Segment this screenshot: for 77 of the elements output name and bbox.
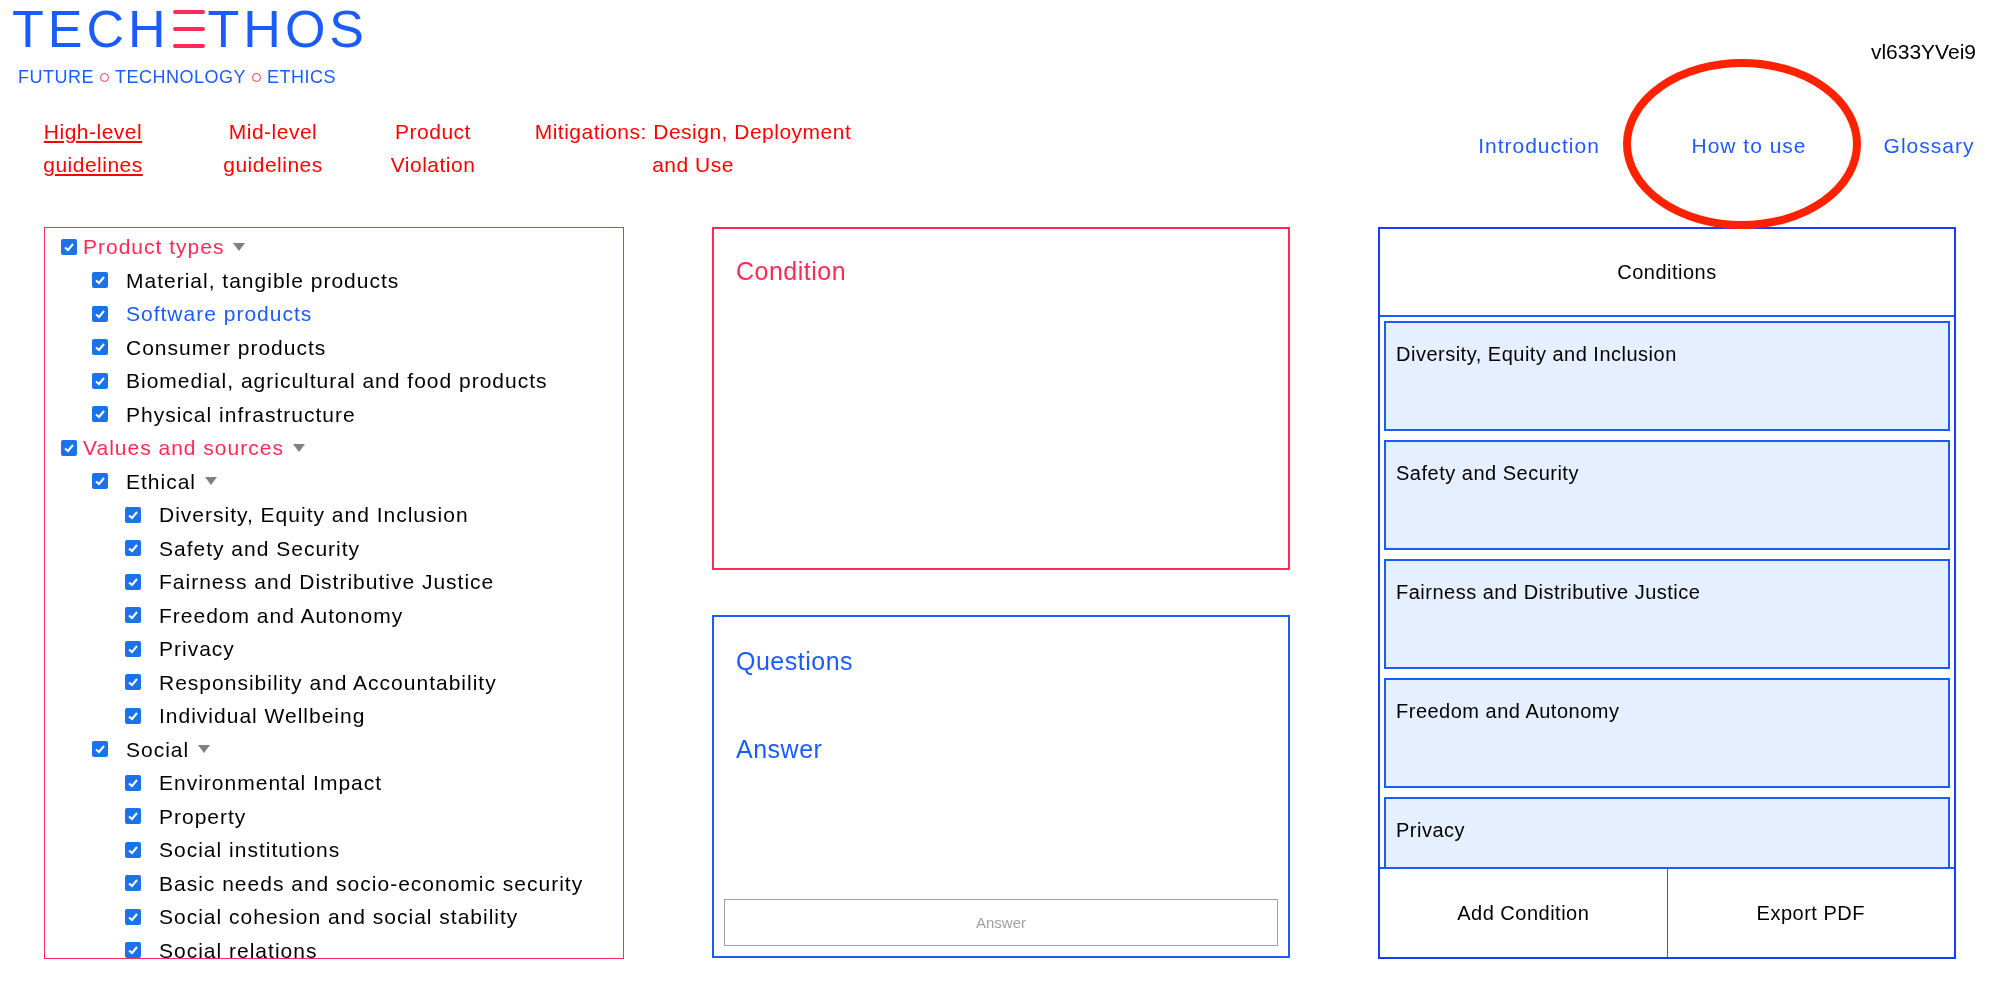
option-label[interactable]: Social cohesion and social stability <box>159 901 519 933</box>
category-label[interactable]: Values and sources <box>83 432 284 464</box>
option-label[interactable]: Responsibility and Accountability <box>159 666 497 698</box>
condition-title: Privacy <box>1396 819 1466 841</box>
condition-card[interactable]: Diversity, Equity and Inclusion <box>1384 321 1950 431</box>
checkbox[interactable] <box>125 841 141 858</box>
checkbox[interactable] <box>92 339 108 356</box>
nav-link[interactable]: High-level guidelines <box>28 115 158 181</box>
checkbox[interactable] <box>125 942 141 958</box>
checkbox[interactable] <box>92 272 108 289</box>
option-label[interactable]: Social relations <box>159 934 318 958</box>
caret-icon[interactable] <box>291 442 306 453</box>
checkbox[interactable] <box>125 908 141 925</box>
panel-title: Questions <box>736 646 854 677</box>
nav-link[interactable]: Product Violation <box>378 115 488 181</box>
checkbox[interactable] <box>125 674 141 691</box>
nav-link[interactable]: Mid-level guidelines <box>208 115 338 181</box>
checkbox[interactable] <box>125 875 141 892</box>
checkbox[interactable] <box>125 640 141 657</box>
condition-card[interactable]: Privacy <box>1384 797 1950 867</box>
option-label[interactable]: Individual Wellbeing <box>159 700 366 732</box>
caret-icon[interactable] <box>204 476 219 487</box>
option-label[interactable]: Safety and Security <box>159 532 361 564</box>
nav-link[interactable]: Introduction <box>1478 130 1600 162</box>
nav-link[interactable]: Glossary <box>1883 130 1975 162</box>
condition-title: Diversity, Equity and Inclusion <box>1396 343 1677 365</box>
option-label[interactable]: Ethical <box>126 465 197 497</box>
nav-link[interactable]: Mitigations: Design, Deployment and Use <box>518 115 868 181</box>
logo-tagline: TECHNOLOGY <box>115 66 247 89</box>
session-code: vl633YVei9 <box>1870 39 1976 65</box>
panel-title: Condition <box>736 257 847 285</box>
option-label[interactable]: Diversity, Equity and Inclusion <box>159 499 469 531</box>
option-label[interactable]: Basic needs and socio-economic security <box>159 867 584 899</box>
checkbox[interactable] <box>92 741 108 758</box>
checkbox[interactable] <box>92 406 108 423</box>
answer-heading: Answer <box>736 733 823 765</box>
checkbox[interactable] <box>92 305 108 322</box>
option-label[interactable]: Social institutions <box>159 834 341 866</box>
checkbox[interactable] <box>125 506 141 523</box>
checkbox[interactable] <box>125 573 141 590</box>
checkbox[interactable] <box>61 238 77 255</box>
checkbox[interactable] <box>125 808 141 825</box>
option-label[interactable]: Freedom and Autonomy <box>159 599 404 631</box>
option-label[interactable]: Social <box>126 733 190 765</box>
logo-tagline: FUTURE <box>18 66 94 89</box>
checkbox[interactable] <box>92 372 108 389</box>
option-label[interactable]: Biomedial, agricultural and food products <box>126 365 548 397</box>
answer-field[interactable]: Answer <box>724 899 1278 946</box>
bars-icon <box>172 10 205 48</box>
option-label[interactable]: Physical infrastructure <box>126 398 356 430</box>
checkbox[interactable] <box>92 473 108 490</box>
nav-link[interactable]: How to use <box>1691 130 1807 162</box>
option-label[interactable]: Environmental Impact <box>159 767 383 799</box>
logo-wordmark: THOS <box>207 3 368 55</box>
option-label[interactable]: Software products <box>126 298 313 330</box>
caret-icon[interactable] <box>197 744 212 755</box>
condition-card[interactable]: Freedom and Autonomy <box>1384 678 1950 788</box>
option-label[interactable]: Property <box>159 800 247 832</box>
logo-wordmark: TECH <box>12 3 170 55</box>
category-label[interactable]: Product types <box>83 231 225 263</box>
checkbox[interactable] <box>125 540 141 557</box>
condition-card[interactable]: Safety and Security <box>1384 440 1950 550</box>
option-label[interactable]: Fairness and Distributive Justice <box>159 566 495 598</box>
checkbox[interactable] <box>125 607 141 624</box>
condition-title: Freedom and Autonomy <box>1396 700 1620 722</box>
panel-title: Conditions <box>1617 260 1717 285</box>
option-label[interactable]: Consumer products <box>126 331 327 363</box>
checkbox[interactable] <box>125 774 141 791</box>
checkbox[interactable] <box>125 707 141 724</box>
caret-icon[interactable] <box>232 241 247 252</box>
condition-title: Fairness and Distributive Justice <box>1396 581 1701 603</box>
checkbox[interactable] <box>61 439 77 456</box>
option-label[interactable]: Privacy <box>159 633 235 665</box>
logo-tagline: ETHICS <box>267 66 337 89</box>
condition-card[interactable]: Fairness and Distributive Justice <box>1384 559 1950 669</box>
condition-title: Safety and Security <box>1396 462 1579 484</box>
option-label[interactable]: Material, tangible products <box>126 264 400 296</box>
